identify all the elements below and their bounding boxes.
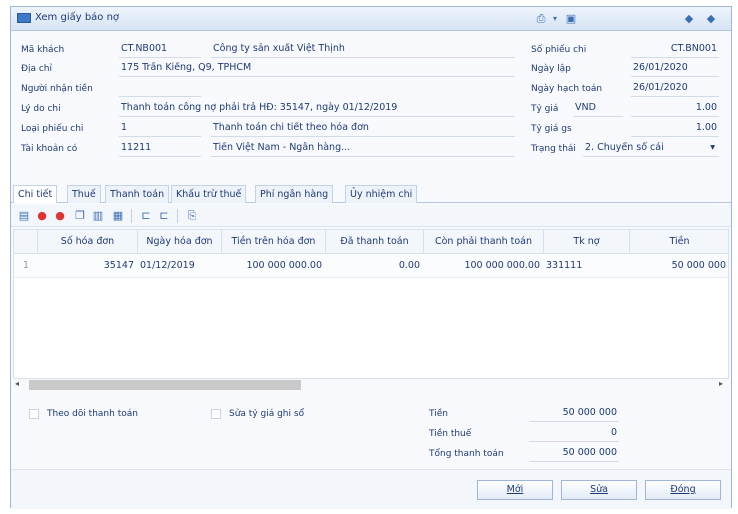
ly-do-field[interactable]: Thanh toán công nợ phải trả HĐ: 35147, n… <box>119 102 515 117</box>
loai-phieu-field[interactable]: 1 <box>119 122 201 137</box>
tab-khau-tru-thue[interactable]: Khấu trừ thuế <box>171 185 247 203</box>
edit-button[interactable]: Sửa <box>561 480 637 500</box>
col-header-da-thanh-toan[interactable]: Đã thanh toán <box>326 230 424 253</box>
tab-uy-nhiem-chi[interactable]: Ủy nhiệm chi <box>345 185 418 203</box>
tab-thanh-toan[interactable]: Thanh toán <box>105 185 170 203</box>
ngay-hach-toan-field[interactable]: 26/01/2020 <box>631 82 719 97</box>
cell-con-phai-thanh-toan[interactable]: 100 000 000.00 <box>424 254 544 277</box>
col-header-con-phai-thanh-toan[interactable]: Còn phải thanh toán <box>424 230 544 253</box>
summary-panel: Theo dõi thanh toán Sửa tỷ giá ghi sổ Ti… <box>11 397 731 469</box>
ty-gia-currency-field[interactable]: VND <box>573 102 623 117</box>
save-icon[interactable]: ▤ <box>17 209 31 223</box>
chart-icon[interactable]: ▦ <box>111 209 125 223</box>
grid-header: Số hóa đơn Ngày hóa đơn Tiền trên hóa đơ… <box>14 230 728 254</box>
footer-bar: Mới Sửa Đóng <box>11 469 731 509</box>
loai-phieu-label: Loại phiếu chi <box>21 124 84 134</box>
dia-chi-label: Địa chỉ <box>21 64 53 74</box>
cell-tien-tren-hoa-don[interactable]: 100 000 000.00 <box>222 254 326 277</box>
tien-label: Tiền <box>429 409 448 419</box>
scroll-thumb[interactable] <box>29 380 301 390</box>
theo-doi-checkbox[interactable] <box>29 409 39 419</box>
row-index: 1 <box>22 260 30 271</box>
tai-khoan-desc: Tiền Việt Nam - Ngân hàng... <box>211 142 515 157</box>
col-header-tk-no[interactable]: Tk nợ <box>544 230 630 253</box>
cell-da-thanh-toan[interactable]: 0.00 <box>326 254 424 277</box>
ty-gia-gs-label: Tỷ giá gs <box>531 124 572 134</box>
dropdown-arrow-icon[interactable]: ▾ <box>547 11 563 27</box>
col-header-ngay-hoa-don[interactable]: Ngày hóa đơn <box>138 230 222 253</box>
ten-khach-field[interactable]: Công ty sản xuất Việt Thịnh <box>211 43 515 58</box>
ty-gia-field[interactable]: 1.00 <box>631 102 719 117</box>
grid-horizontal-scrollbar[interactable]: ◂ ▸ <box>11 377 727 391</box>
new-button[interactable]: Mới <box>477 480 553 500</box>
row-selector-header <box>14 230 38 253</box>
payment-voucher-window: Xem giấy báo nợ ⎙ ▾ ▣ ◆ ◆ Mã khách CT.NB… <box>10 6 732 509</box>
ngay-hach-toan-label: Ngày hạch toán <box>531 84 603 94</box>
invoice-grid[interactable]: Số hóa đơn Ngày hóa đơn Tiền trên hóa đơ… <box>13 229 729 379</box>
detail-tabs: Chi tiết Thuế Thanh toán Khấu trừ thuế P… <box>11 183 731 203</box>
sua-ty-gia-checkbox[interactable] <box>211 409 221 419</box>
export-icon[interactable]: ▣ <box>563 11 579 27</box>
paste-icon[interactable]: ▥ <box>91 209 105 223</box>
tien-total: 50 000 000 <box>529 407 619 422</box>
tien-thue-label: Tiền thuế <box>429 429 472 439</box>
next-record-icon[interactable]: ◆ <box>703 11 719 27</box>
copy-icon[interactable]: ❐ <box>73 209 87 223</box>
window-title: Xem giấy báo nợ <box>35 12 120 23</box>
tong-thanh-toan-label: Tổng thanh toán <box>429 449 504 459</box>
nguoi-nhan-field[interactable] <box>119 82 201 97</box>
tong-thanh-toan-total: 50 000 000 <box>529 447 619 462</box>
trang-thai-select[interactable]: 2. Chuyển sổ cái ▾ <box>583 142 719 157</box>
toolbar-divider <box>131 209 132 223</box>
scroll-right-icon[interactable]: ▸ <box>719 379 723 388</box>
cell-ngay-hoa-don[interactable]: 01/12/2019 <box>140 254 224 277</box>
previous-record-icon[interactable]: ◆ <box>681 11 697 27</box>
col-header-tien-tren-hoa-don[interactable]: Tiền trên hóa đơn <box>222 230 326 253</box>
title-bar: Xem giấy báo nợ ⎙ ▾ ▣ ◆ ◆ <box>11 7 731 31</box>
ma-khach-label: Mã khách <box>21 45 65 55</box>
tab-thue[interactable]: Thuế <box>67 185 101 203</box>
tien-thue-total: 0 <box>529 427 619 442</box>
export-grid-icon[interactable]: ⎘ <box>185 209 199 223</box>
so-phieu-label: Số phiếu chi <box>531 45 587 55</box>
ty-gia-gs-field[interactable]: 1.00 <box>631 122 719 137</box>
loai-phieu-desc: Thanh toán chi tiết theo hóa đơn <box>211 122 515 137</box>
chevron-down-icon: ▾ <box>710 142 715 153</box>
theo-doi-label: Theo dõi thanh toán <box>47 409 138 419</box>
cell-tk-no[interactable]: 331111 <box>546 254 630 277</box>
col-header-so-hoa-don[interactable]: Số hóa đơn <box>38 230 138 253</box>
tai-khoan-field[interactable]: 11211 <box>119 142 201 157</box>
add-row-icon[interactable]: ● <box>35 209 49 223</box>
ly-do-label: Lý do chi <box>21 104 61 114</box>
tai-khoan-label: Tài khoản có <box>21 144 78 154</box>
scroll-left-icon[interactable]: ◂ <box>15 379 19 388</box>
ngay-lap-field[interactable]: 26/01/2020 <box>631 62 719 77</box>
ma-khach-field[interactable]: CT.NB001 <box>119 43 201 58</box>
ngay-lap-label: Ngày lập <box>531 64 571 74</box>
trang-thai-value: 2. Chuyển sổ cái <box>585 142 664 153</box>
sua-ty-gia-label: Sửa tỷ giá ghi sổ <box>229 409 305 419</box>
delete-row-icon[interactable]: ● <box>53 209 67 223</box>
tab-phi-ngan-hang[interactable]: Phí ngân hàng <box>255 185 334 203</box>
insert-above-icon[interactable]: ⊏ <box>139 209 153 223</box>
grid-toolbar: ▤ ● ● ❐ ▥ ▦ ⊏ ⊏ ⎘ <box>11 205 731 227</box>
cell-tien[interactable]: 50 000 000 <box>630 254 728 277</box>
trang-thai-label: Trạng thái <box>531 144 576 154</box>
so-phieu-field[interactable]: CT.BN001 <box>631 43 719 58</box>
close-button[interactable]: Đóng <box>645 480 721 500</box>
cell-so-hoa-don[interactable]: 35147 <box>38 254 138 277</box>
document-icon <box>17 13 31 23</box>
insert-below-icon[interactable]: ⊏ <box>157 209 171 223</box>
dia-chi-field[interactable]: 175 Trần Kiếng, Q9, TPHCM <box>119 62 515 77</box>
col-header-tien[interactable]: Tiền <box>630 230 728 253</box>
toolbar-divider <box>177 209 178 223</box>
nguoi-nhan-label: Người nhận tiền <box>21 84 93 94</box>
tab-chi-tiet[interactable]: Chi tiết <box>13 185 58 203</box>
ty-gia-label: Tỷ giá <box>531 104 559 114</box>
table-row[interactable]: 1 35147 01/12/2019 100 000 000.00 0.00 1… <box>14 254 728 278</box>
